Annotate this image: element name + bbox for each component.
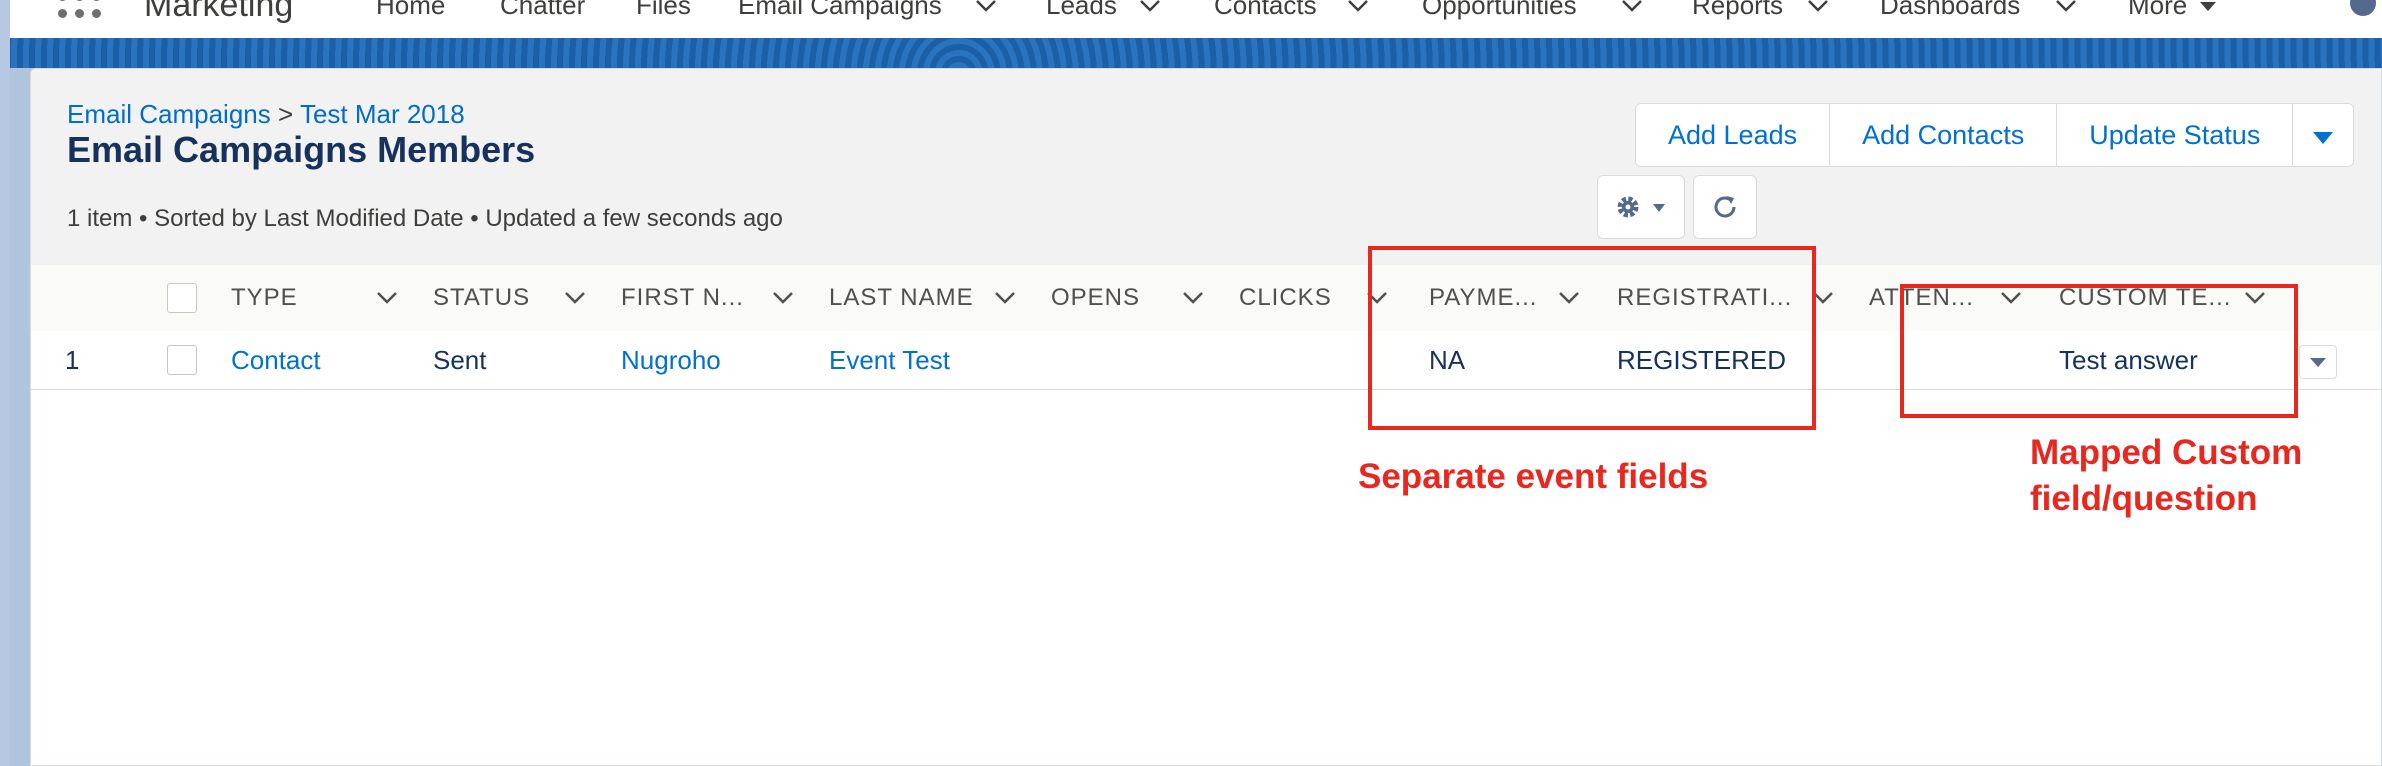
nav-item-dashboards[interactable]: Dashboards — [1880, 0, 2020, 21]
cell-last-name-link[interactable]: Event Test — [829, 331, 950, 389]
action-button-group: Add Leads Add Contacts Update Status — [1635, 103, 2355, 167]
nav-item-reports[interactable]: Reports — [1692, 0, 1783, 21]
chevron-down-icon[interactable] — [1181, 286, 1205, 310]
nav-item-contacts[interactable]: Contacts — [1214, 0, 1317, 21]
breadcrumb-test-mar-2018[interactable]: Test Mar 2018 — [300, 99, 465, 129]
list-settings-button[interactable] — [1597, 175, 1685, 239]
update-status-button[interactable]: Update Status — [2057, 104, 2294, 166]
chevron-down-icon[interactable] — [771, 286, 795, 310]
refresh-icon — [1714, 196, 1736, 218]
more-actions-dropdown[interactable] — [2293, 104, 2354, 166]
row-select-checkbox[interactable] — [167, 345, 197, 375]
row-action-menu-button[interactable] — [2299, 345, 2337, 379]
page-title: Email Campaigns Members — [67, 129, 536, 170]
nav-item-files[interactable]: Files — [636, 0, 691, 21]
add-leads-button[interactable]: Add Leads — [1636, 104, 1831, 166]
row-number: 1 — [65, 345, 80, 375]
annotation-mapped-custom-line2: field/question — [2030, 479, 2258, 518]
nav-item-chatter[interactable]: Chatter — [500, 0, 585, 21]
annotation-box-event-fields — [1368, 246, 1816, 430]
chevron-down-icon[interactable] — [993, 286, 1017, 310]
chevron-down-icon[interactable] — [563, 286, 587, 310]
column-header-status[interactable]: STATUS — [433, 265, 530, 331]
nav-item-home[interactable]: Home — [376, 0, 445, 21]
help-icon[interactable] — [2350, 0, 2376, 16]
annotation-mapped-custom-line1: Mapped Custom — [2030, 433, 2303, 472]
top-navigation-bar: Marketing Home Chatter Files Email Campa… — [10, 0, 2382, 38]
select-all-checkbox[interactable] — [167, 283, 197, 313]
annotation-box-custom-field — [1900, 284, 2298, 418]
cell-first-name-link[interactable]: Nugroho — [621, 331, 721, 389]
chevron-down-icon[interactable] — [1806, 0, 1830, 18]
chevron-down-icon[interactable] — [1620, 0, 1644, 18]
list-header: Email Campaigns > Test Mar 2018 Email Ca… — [31, 69, 2381, 266]
nav-item-more[interactable]: More — [2128, 0, 2187, 21]
brand-band — [10, 38, 2382, 68]
column-header-type[interactable]: TYPE — [231, 265, 298, 331]
breadcrumb: Email Campaigns > Test Mar 2018 — [67, 99, 465, 130]
gear-icon — [1617, 196, 1639, 218]
refresh-button[interactable] — [1693, 175, 1757, 239]
column-header-first-name[interactable]: FIRST N... — [621, 265, 744, 331]
column-header-last-name[interactable]: LAST NAME — [829, 265, 974, 331]
chevron-down-icon[interactable] — [974, 0, 998, 18]
chevron-down-icon[interactable] — [2054, 0, 2078, 18]
cell-type-link[interactable]: Contact — [231, 331, 321, 389]
breadcrumb-email-campaigns[interactable]: Email Campaigns — [67, 99, 271, 129]
add-contacts-button[interactable]: Add Contacts — [1830, 104, 2058, 166]
chevron-down-icon[interactable] — [1346, 0, 1370, 18]
window-left-edge — [0, 0, 10, 766]
caret-down-icon — [1653, 204, 1665, 212]
app-name: Marketing — [144, 0, 294, 24]
app-launcher-icon[interactable] — [58, 0, 108, 30]
nav-item-email-campaigns[interactable]: Email Campaigns — [738, 0, 942, 21]
annotation-separate-event-fields: Separate event fields — [1358, 457, 1709, 496]
cell-status: Sent — [433, 345, 487, 375]
breadcrumb-separator: > — [277, 99, 294, 129]
list-meta-info: 1 item • Sorted by Last Modified Date • … — [67, 205, 783, 232]
nav-item-leads[interactable]: Leads — [1046, 0, 1117, 21]
column-header-opens[interactable]: OPENS — [1051, 265, 1140, 331]
nav-item-opportunities[interactable]: Opportunities — [1422, 0, 1577, 21]
caret-down-icon[interactable] — [2196, 0, 2220, 18]
column-header-clicks[interactable]: CLICKS — [1239, 265, 1332, 331]
chevron-down-icon[interactable] — [375, 286, 399, 310]
chevron-down-icon[interactable] — [1138, 0, 1162, 18]
